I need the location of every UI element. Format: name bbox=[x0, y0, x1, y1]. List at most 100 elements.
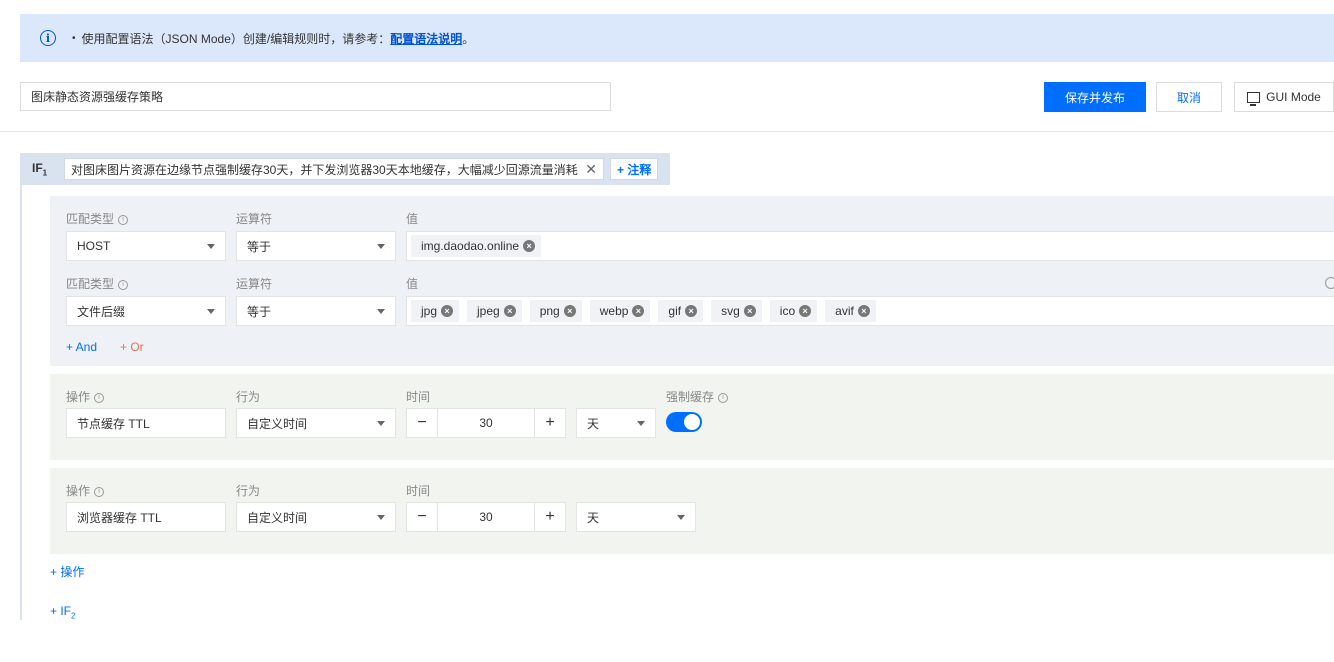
operator-label: 运算符 bbox=[236, 212, 273, 226]
behavior-label: 行为 bbox=[236, 484, 261, 498]
behavior-select[interactable]: 自定义时间 bbox=[236, 502, 396, 532]
syntax-doc-link[interactable]: 配置语法说明 bbox=[390, 32, 462, 46]
value-tag: ico × bbox=[769, 300, 818, 322]
value-tag: webp × bbox=[589, 300, 651, 322]
value-tag: jpg × bbox=[411, 300, 460, 322]
comment-text: 对图床图片资源在边缘节点强制缓存30天，并下发浏览器30天本地缓存，大幅减少回源… bbox=[71, 162, 578, 177]
force-cache-label-text: 强制缓存 bbox=[666, 390, 715, 404]
time-label: 时间 bbox=[406, 390, 431, 404]
remove-tag-icon[interactable]: × bbox=[743, 305, 756, 317]
chevron-down-icon bbox=[207, 308, 215, 314]
operation-label: 操作 i bbox=[66, 482, 105, 499]
info-icon: i bbox=[40, 30, 56, 46]
tag-label: gif bbox=[668, 304, 682, 318]
add-action-button[interactable]: + 操作 bbox=[50, 563, 84, 580]
operator-value: 等于 bbox=[247, 239, 272, 254]
add-comment-button[interactable]: + 注释 bbox=[610, 158, 659, 180]
match-type-label-text: 匹配类型 bbox=[66, 277, 115, 291]
chevron-down-icon bbox=[637, 420, 645, 426]
match-type-value: HOST bbox=[77, 239, 111, 253]
chevron-down-icon bbox=[377, 243, 385, 249]
add-if-label: + IF bbox=[50, 604, 72, 618]
remove-tag-icon[interactable]: × bbox=[685, 305, 698, 317]
comment-field[interactable]: 对图床图片资源在边缘节点强制缓存30天，并下发浏览器30天本地缓存，大幅减少回源… bbox=[64, 158, 604, 180]
add-if-button[interactable]: + IF2 bbox=[50, 604, 75, 620]
tag-label: ico bbox=[779, 304, 796, 318]
remove-tag-icon[interactable]: × bbox=[563, 305, 576, 317]
tag-label: png bbox=[539, 304, 560, 318]
question-icon: i bbox=[718, 392, 729, 403]
value-tag: jpeg × bbox=[467, 300, 522, 322]
time-value[interactable]: 30 bbox=[437, 503, 535, 531]
chevron-down-icon bbox=[207, 243, 215, 249]
force-cache-toggle[interactable] bbox=[666, 412, 702, 432]
rule-name-input[interactable] bbox=[20, 82, 611, 111]
monitor-icon bbox=[1247, 91, 1261, 106]
value-label: 值 bbox=[406, 277, 419, 291]
operation-label-text: 操作 bbox=[66, 390, 91, 404]
tag-label: webp bbox=[599, 304, 629, 318]
if-index: 1 bbox=[42, 168, 48, 178]
time-stepper: − 30 + bbox=[406, 408, 566, 438]
behavior-value: 自定义时间 bbox=[247, 416, 308, 431]
gui-mode-button[interactable]: GUI Mode bbox=[1234, 82, 1334, 112]
close-icon[interactable]: ✕ bbox=[585, 161, 597, 178]
add-and-button[interactable]: + And bbox=[66, 340, 97, 354]
operator-select[interactable]: 等于 bbox=[236, 296, 396, 326]
increment-button[interactable]: + bbox=[535, 409, 565, 437]
if-label: IF1 bbox=[32, 161, 64, 177]
increment-button[interactable]: + bbox=[535, 503, 565, 531]
value-tag: avif × bbox=[825, 300, 876, 322]
operator-select[interactable]: 等于 bbox=[236, 231, 396, 261]
question-icon: i bbox=[94, 486, 105, 497]
time-value[interactable]: 30 bbox=[437, 409, 535, 437]
chevron-down-icon bbox=[377, 420, 385, 426]
operation-label: 操作 i bbox=[66, 388, 105, 405]
notice-message: 使用配置语法（JSON Mode）创建/编辑规则时，请参考： bbox=[81, 31, 391, 46]
remove-tag-icon[interactable]: × bbox=[857, 305, 870, 317]
unit-select[interactable]: 天 bbox=[576, 408, 656, 438]
operation-field[interactable]: 浏览器缓存 TTL bbox=[66, 502, 226, 532]
unit-value: 天 bbox=[587, 416, 600, 431]
operator-value: 等于 bbox=[247, 304, 272, 319]
notice-bullet: • bbox=[72, 32, 76, 44]
if-rail bbox=[20, 185, 22, 620]
decrement-button[interactable]: − bbox=[407, 409, 437, 437]
match-type-label-text: 匹配类型 bbox=[66, 212, 115, 226]
match-type-select[interactable]: HOST bbox=[66, 231, 226, 261]
chevron-down-icon bbox=[377, 514, 385, 520]
decrement-button[interactable]: − bbox=[407, 503, 437, 531]
save-publish-button[interactable]: 保存并发布 bbox=[1044, 82, 1146, 112]
tag-label: svg bbox=[721, 304, 740, 318]
value-tag: gif × bbox=[658, 300, 704, 322]
remove-tag-icon[interactable]: × bbox=[441, 305, 454, 317]
operation-label-text: 操作 bbox=[66, 484, 91, 498]
value-tag-input[interactable]: jpg × jpeg × png × webp × gif × svg × ico × avi… bbox=[406, 296, 1334, 326]
notice-bar: i • 使用配置语法（JSON Mode）创建/编辑规则时，请参考：配置语法说明… bbox=[20, 14, 1334, 62]
remove-tag-icon[interactable]: × bbox=[799, 305, 812, 317]
remove-tag-icon[interactable]: × bbox=[632, 305, 645, 317]
match-type-select[interactable]: 文件后缀 bbox=[66, 296, 226, 326]
behavior-label: 行为 bbox=[236, 390, 261, 404]
divider bbox=[0, 131, 1334, 132]
unit-select[interactable]: 天 bbox=[576, 502, 696, 532]
circle-icon[interactable] bbox=[1325, 277, 1334, 289]
add-or-button[interactable]: + Or bbox=[120, 340, 144, 354]
tag-label: avif bbox=[835, 304, 854, 318]
remove-tag-icon[interactable]: × bbox=[523, 240, 536, 252]
behavior-select[interactable]: 自定义时间 bbox=[236, 408, 396, 438]
value-tag: png × bbox=[529, 300, 582, 322]
toggle-knob bbox=[684, 414, 700, 430]
operation-field[interactable]: 节点缓存 TTL bbox=[66, 408, 226, 438]
remove-tag-icon[interactable]: × bbox=[503, 305, 516, 317]
match-type-label: 匹配类型 i bbox=[66, 210, 129, 227]
match-type-label: 匹配类型 i bbox=[66, 275, 129, 292]
question-icon: i bbox=[118, 214, 129, 225]
question-icon: i bbox=[94, 392, 105, 403]
tag-label: jpeg bbox=[477, 304, 500, 318]
value-label: 值 bbox=[406, 212, 419, 226]
value-tag: svg × bbox=[711, 300, 762, 322]
value-tag-input[interactable]: img.daodao.online × bbox=[406, 231, 1334, 261]
cancel-button[interactable]: 取消 bbox=[1156, 82, 1222, 112]
operator-label: 运算符 bbox=[236, 277, 273, 291]
